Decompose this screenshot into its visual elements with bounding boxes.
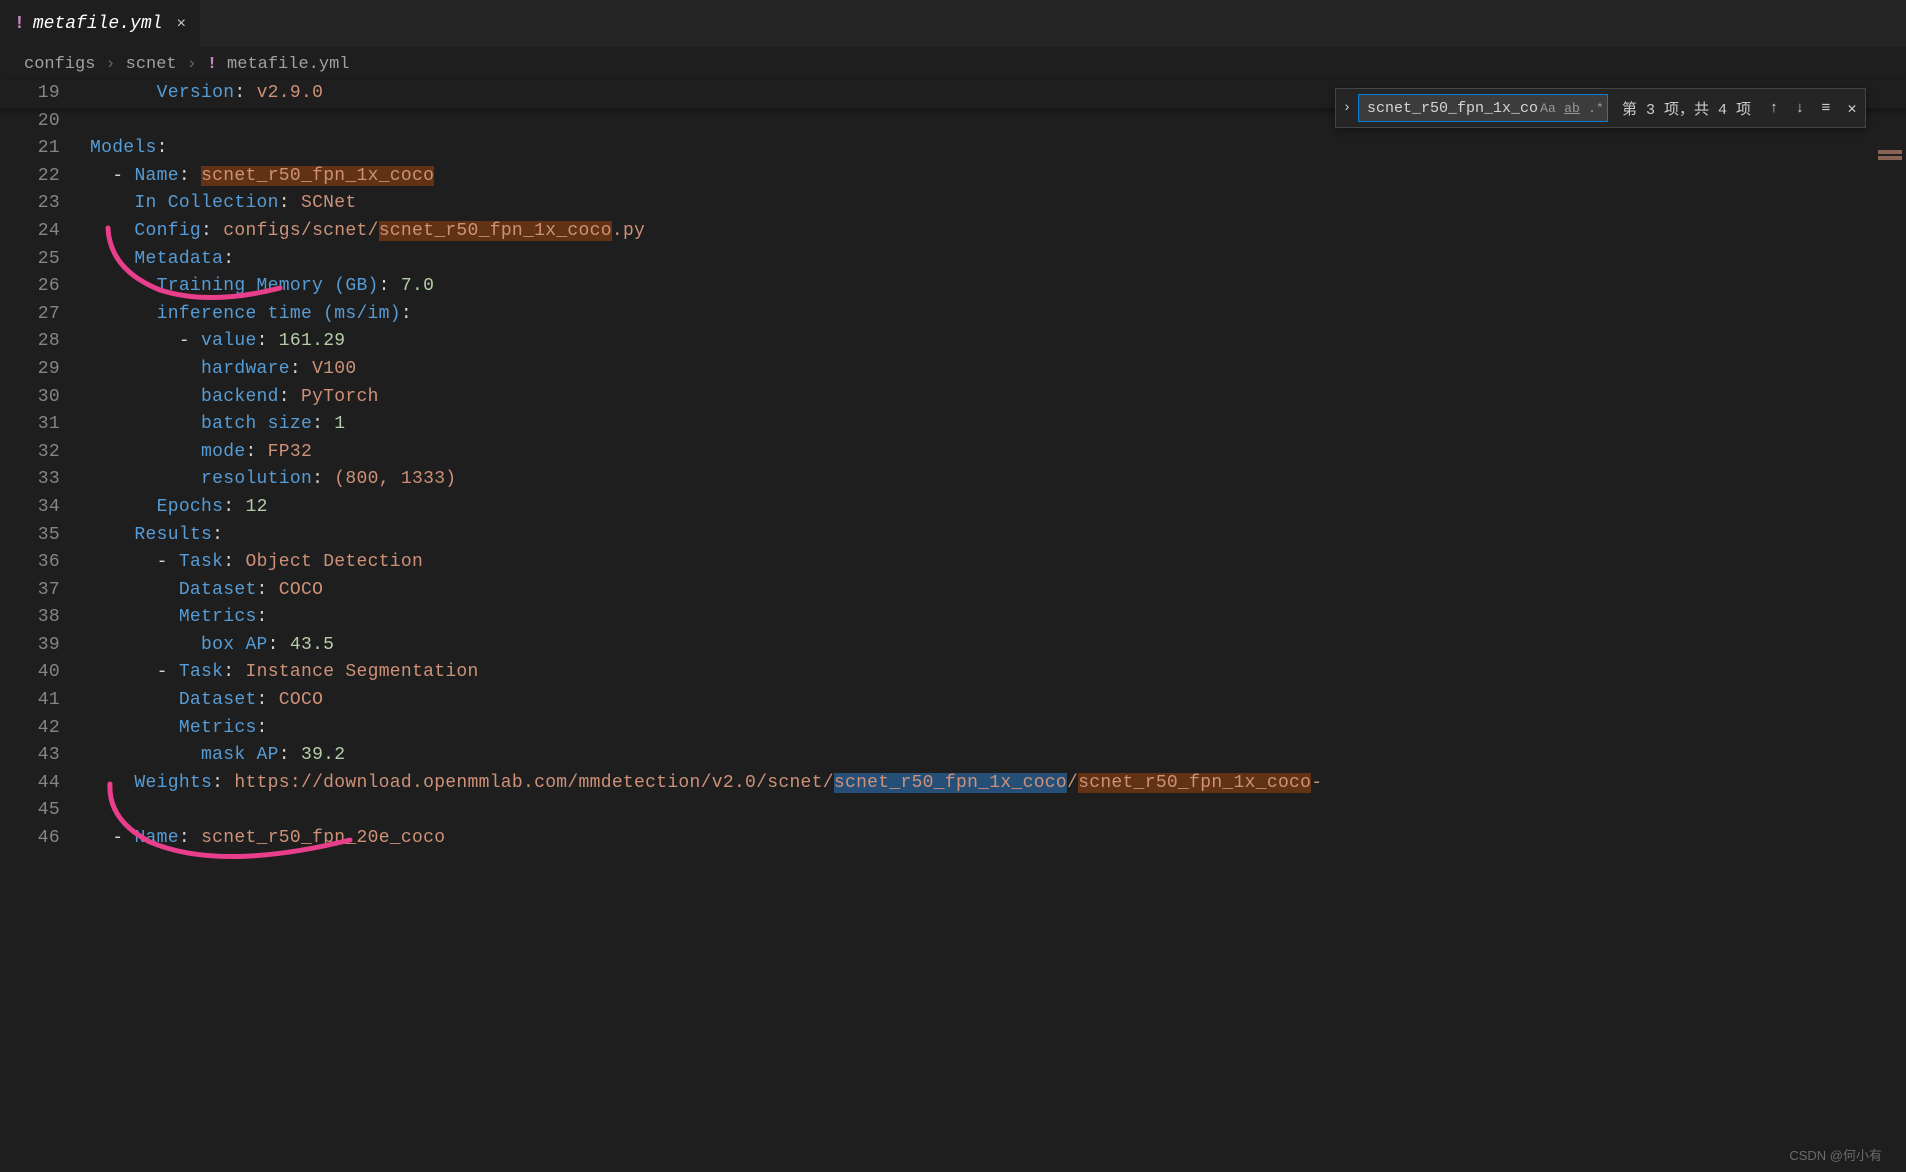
chevron-right-icon: ›: [187, 55, 197, 74]
line-number: 40: [0, 659, 90, 687]
line-number: 35: [0, 522, 90, 550]
breadcrumb[interactable]: configs › scnet › ! metafile.yml: [0, 48, 1906, 80]
find-next[interactable]: ↓: [1787, 95, 1813, 121]
find-close[interactable]: ✕: [1839, 95, 1865, 121]
line-number: 39: [0, 632, 90, 660]
editor[interactable]: › Aa ab .* 第 3 项，共 4 项 ↑ ↓ ≡ ✕ 19 Versio…: [0, 80, 1906, 1172]
find-widget: › Aa ab .* 第 3 项，共 4 项 ↑ ↓ ≡ ✕: [1335, 88, 1866, 128]
line-number: 26: [0, 273, 90, 301]
line-number: 29: [0, 356, 90, 384]
line-number: 36: [0, 549, 90, 577]
find-prev[interactable]: ↑: [1761, 95, 1787, 121]
line-number: 38: [0, 604, 90, 632]
yaml-icon: !: [14, 14, 25, 34]
line-number: 42: [0, 715, 90, 743]
find-regex[interactable]: .*: [1585, 97, 1607, 119]
line-number: 32: [0, 439, 90, 467]
line-number: 46: [0, 825, 90, 853]
find-match-word[interactable]: ab: [1561, 97, 1583, 119]
line-number: 23: [0, 190, 90, 218]
watermark: CSDN @何小有: [1789, 1145, 1882, 1164]
find-match-case[interactable]: Aa: [1537, 97, 1559, 119]
line-number: 21: [0, 135, 90, 163]
find-status: 第 3 项，共 4 项: [1612, 98, 1761, 119]
tab-bar: ! metafile.yml ×: [0, 0, 1906, 48]
line-number: 34: [0, 494, 90, 522]
line-number: 28: [0, 328, 90, 356]
line-number: 25: [0, 246, 90, 274]
line-number: 27: [0, 301, 90, 329]
line-number: 41: [0, 687, 90, 715]
line-number: 30: [0, 384, 90, 412]
find-toggle-replace[interactable]: ›: [1336, 100, 1358, 116]
line-number: 44: [0, 770, 90, 798]
breadcrumb-segment[interactable]: configs: [24, 55, 95, 74]
close-icon[interactable]: ×: [176, 15, 186, 33]
yaml-icon: !: [207, 55, 217, 74]
find-input-wrap: Aa ab .*: [1358, 94, 1608, 122]
breadcrumb-segment[interactable]: scnet: [126, 55, 177, 74]
line-number: 19: [0, 80, 90, 108]
tab-metafile[interactable]: ! metafile.yml ×: [0, 0, 200, 47]
line-number: 43: [0, 742, 90, 770]
tab-title: metafile.yml: [33, 14, 163, 34]
line-number: 37: [0, 577, 90, 605]
breadcrumb-segment[interactable]: metafile.yml: [227, 55, 349, 74]
line-number: 22: [0, 163, 90, 191]
chevron-right-icon: ›: [105, 55, 115, 74]
line-number: 33: [0, 466, 90, 494]
line-number: 45: [0, 797, 90, 825]
minimap[interactable]: [1874, 80, 1906, 1172]
line-number: 20: [0, 108, 90, 136]
line-number: 31: [0, 411, 90, 439]
find-filter-icon[interactable]: ≡: [1813, 95, 1839, 121]
line-number: 24: [0, 218, 90, 246]
find-input[interactable]: [1367, 100, 1537, 117]
